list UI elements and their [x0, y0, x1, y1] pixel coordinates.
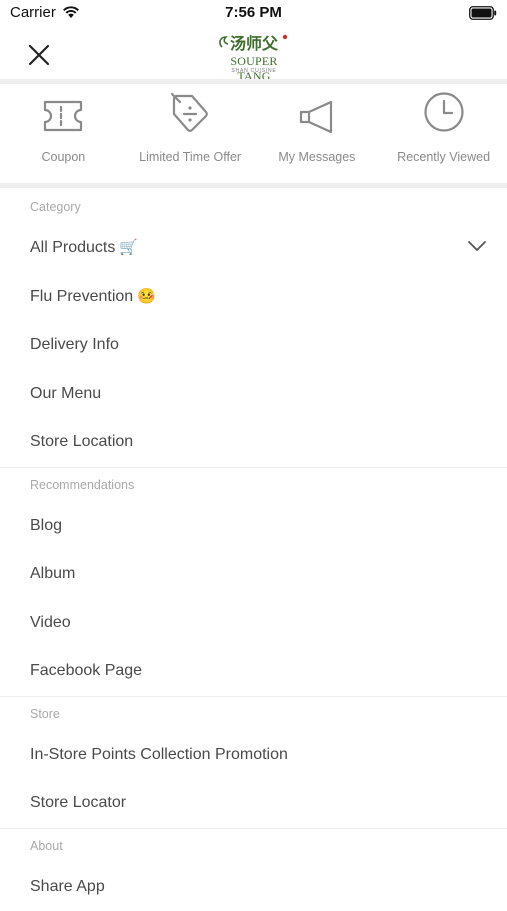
- tag-icon: [168, 92, 212, 136]
- close-button[interactable]: [22, 38, 56, 72]
- coupon-icon: [41, 98, 85, 134]
- quick-links-row: Coupon Limited Time Offer My Messages Re…: [0, 86, 507, 183]
- section-label-about: About: [0, 829, 507, 863]
- menu-item-points-promotion[interactable]: In-Store Points Collection Promotion: [0, 731, 507, 780]
- logo-chinese-text: 汤师父: [230, 34, 279, 53]
- drawer-menu: Category All Products🛒 Flu Prevention🤒 D…: [0, 190, 507, 911]
- quick-link-label: Coupon: [0, 150, 127, 164]
- menu-item-label: All Products: [30, 239, 115, 256]
- chevron-down-icon[interactable]: [467, 240, 487, 252]
- menu-item-facebook-page[interactable]: Facebook Page: [0, 647, 507, 696]
- megaphone-icon: [295, 98, 339, 138]
- quick-link-limited-offer[interactable]: Limited Time Offer: [127, 86, 254, 183]
- quick-link-label: Limited Time Offer: [127, 150, 254, 164]
- menu-item-label: Flu Prevention: [30, 288, 133, 305]
- quick-links-divider: [0, 183, 507, 188]
- battery-icon: [469, 6, 497, 20]
- clock-icon: [422, 90, 466, 134]
- logo-mark: 汤师父: [214, 31, 294, 55]
- menu-item-video[interactable]: Video: [0, 599, 507, 648]
- status-bar: Carrier 7:56 PM: [0, 0, 507, 28]
- menu-item-all-products[interactable]: All Products🛒: [0, 224, 507, 273]
- cart-emoji: 🛒: [119, 239, 138, 256]
- logo-subtitle: SHAN CUISINE: [214, 68, 294, 74]
- quick-link-coupon[interactable]: Coupon: [0, 86, 127, 183]
- section-label-category: Category: [0, 190, 507, 224]
- quick-link-label: My Messages: [254, 150, 381, 164]
- menu-item-store-location[interactable]: Store Location: [0, 418, 507, 467]
- drawer-header: 汤师父 SOUPER TANG SHAN CUISINE: [0, 28, 507, 80]
- sick-face-emoji: 🤒: [137, 288, 156, 305]
- quick-link-recently-viewed[interactable]: Recently Viewed: [380, 86, 507, 183]
- menu-item-blog[interactable]: Blog: [0, 502, 507, 551]
- section-label-recommendations: Recommendations: [0, 468, 507, 502]
- menu-item-album[interactable]: Album: [0, 550, 507, 599]
- header-divider: [0, 79, 507, 84]
- menu-item-our-menu[interactable]: Our Menu: [0, 370, 507, 419]
- menu-item-share-app[interactable]: Share App: [0, 863, 507, 911]
- close-icon: [28, 44, 50, 66]
- menu-item-delivery-info[interactable]: Delivery Info: [0, 321, 507, 370]
- menu-item-flu-prevention[interactable]: Flu Prevention🤒: [0, 273, 507, 322]
- menu-item-store-locator[interactable]: Store Locator: [0, 779, 507, 828]
- quick-link-messages[interactable]: My Messages: [254, 86, 381, 183]
- brand-logo: 汤师父 SOUPER TANG SHAN CUISINE: [214, 31, 294, 77]
- quick-link-label: Recently Viewed: [380, 150, 507, 164]
- section-label-store: Store: [0, 697, 507, 731]
- status-time: 7:56 PM: [0, 4, 507, 21]
